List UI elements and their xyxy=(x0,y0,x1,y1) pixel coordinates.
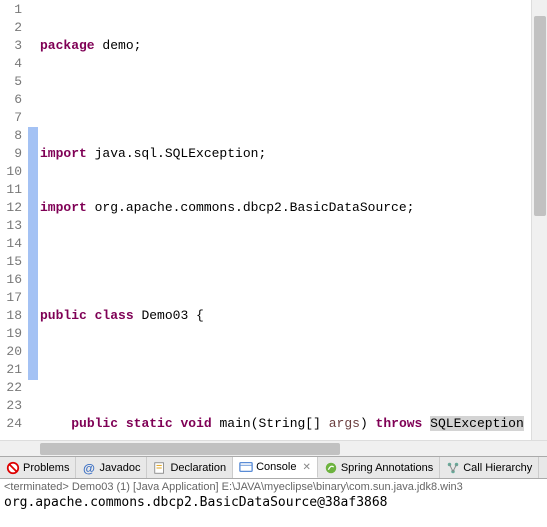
tab-label: Console xyxy=(256,461,296,473)
bottom-panel: Problems @ Javadoc Declaration Console ✕… xyxy=(0,456,547,512)
declaration-icon xyxy=(153,461,167,475)
tab-console[interactable]: Console ✕ xyxy=(233,457,318,478)
tab-callhierarchy[interactable]: Call Hierarchy xyxy=(440,457,539,478)
console-icon xyxy=(239,460,253,474)
console-output[interactable]: org.apache.commons.dbcp2.BasicDataSource… xyxy=(4,493,543,510)
console-status: <terminated> Demo03 (1) [Java Applicatio… xyxy=(4,481,543,493)
spring-icon xyxy=(324,461,338,475)
tab-spring[interactable]: Spring Annotations xyxy=(318,457,440,478)
tab-label: Problems xyxy=(23,462,69,474)
svg-text:@: @ xyxy=(83,461,95,475)
tab-label: Spring Annotations xyxy=(341,462,433,474)
tab-label: Javadoc xyxy=(99,462,140,474)
tab-label: Declaration xyxy=(170,462,226,474)
tab-declaration[interactable]: Declaration xyxy=(147,457,233,478)
scrollbar-thumb-h[interactable] xyxy=(40,443,340,455)
line-gutter: 123 456 789 101112 131415 161718 192021 … xyxy=(0,0,28,440)
horizontal-scrollbar[interactable] xyxy=(0,440,547,456)
code-content[interactable]: package demo; import java.sql.SQLExcepti… xyxy=(38,0,531,440)
problems-icon xyxy=(6,461,20,475)
close-icon[interactable]: ✕ xyxy=(302,462,310,473)
tab-label: Call Hierarchy xyxy=(463,462,532,474)
javadoc-icon: @ xyxy=(82,461,96,475)
scrollbar-thumb[interactable] xyxy=(534,16,546,216)
console-view: <terminated> Demo03 (1) [Java Applicatio… xyxy=(0,479,547,512)
tab-problems[interactable]: Problems xyxy=(0,457,76,478)
vertical-scrollbar[interactable] xyxy=(531,0,547,440)
marker-bar xyxy=(28,0,38,440)
code-editor[interactable]: 123 456 789 101112 131415 161718 192021 … xyxy=(0,0,547,440)
tab-javadoc[interactable]: @ Javadoc xyxy=(76,457,147,478)
views-tabbar[interactable]: Problems @ Javadoc Declaration Console ✕… xyxy=(0,457,547,479)
callhierarchy-icon xyxy=(446,461,460,475)
